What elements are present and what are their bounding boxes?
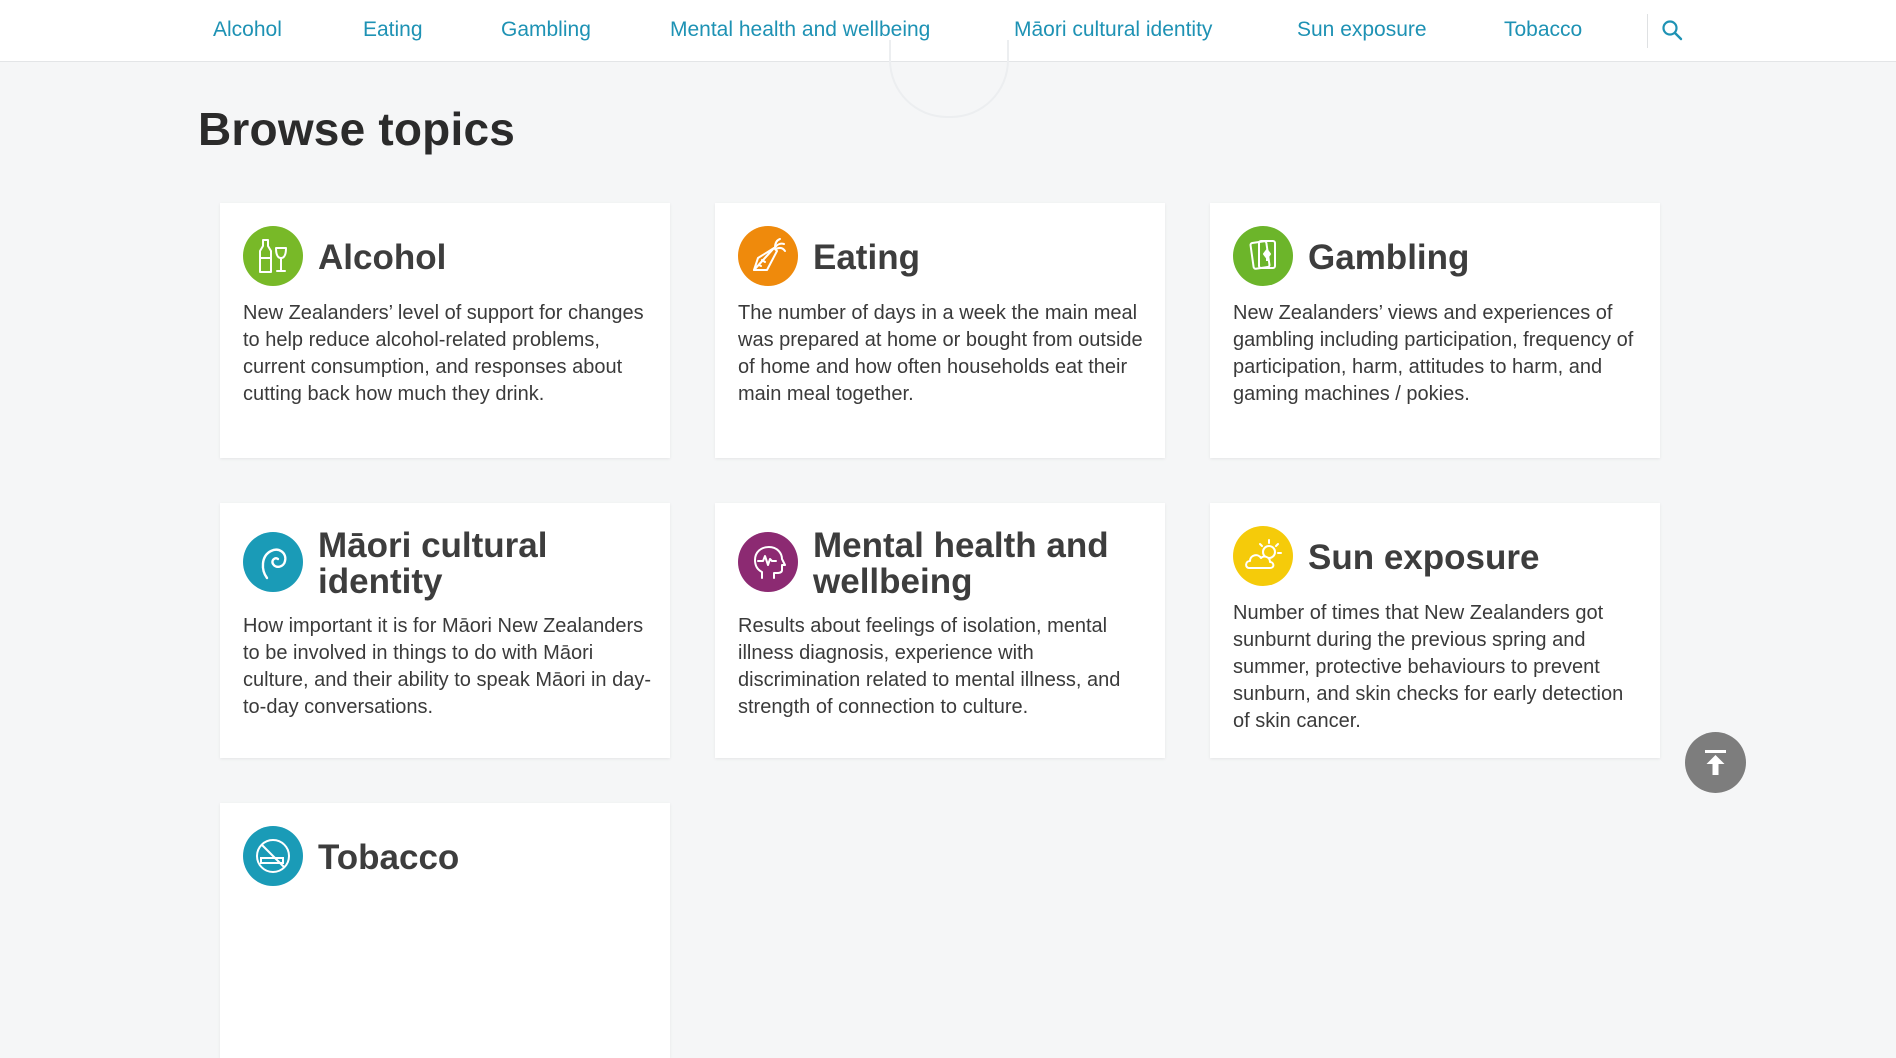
koru-icon	[243, 532, 303, 592]
head-with-pulse-icon	[738, 532, 798, 592]
topic-card-tobacco[interactable]: Tobacco	[220, 803, 670, 1058]
topic-description: New Zealanders’ views and experiences of…	[1233, 302, 1634, 405]
topic-card-mental-health[interactable]: Mental health and wellbeing Results abou…	[715, 503, 1165, 758]
scroll-to-top-button[interactable]	[1685, 732, 1746, 793]
arrow-to-top-icon	[1705, 750, 1726, 775]
nav-link-maori-cultural-identity[interactable]: Māori cultural identity	[1014, 18, 1212, 42]
carrot-icon	[738, 226, 798, 286]
sun-behind-cloud-icon	[1233, 526, 1293, 586]
topic-title: Eating	[813, 238, 920, 277]
topic-description: Results about feelings of isolation, men…	[738, 615, 1121, 718]
nav-link-tobacco[interactable]: Tobacco	[1504, 18, 1582, 42]
page-title: Browse topics	[198, 103, 516, 155]
loading-indicator	[889, 40, 1009, 118]
nav-divider	[1647, 14, 1648, 48]
nav-link-eating[interactable]: Eating	[363, 18, 423, 42]
search-icon[interactable]	[1660, 18, 1684, 42]
topic-title: Sun exposure	[1308, 538, 1540, 577]
topic-description: The number of days in a week the main me…	[738, 302, 1143, 405]
topic-card-eating[interactable]: Eating The number of days in a week the …	[715, 203, 1165, 458]
playing-cards-icon	[1233, 226, 1293, 286]
topic-description: New Zealanders’ level of support for cha…	[243, 302, 644, 405]
topic-card-alcohol[interactable]: Alcohol New Zealanders’ level of support…	[220, 203, 670, 458]
topic-title: Tobacco	[318, 838, 460, 877]
topic-description: Number of times that New Zealanders got …	[1233, 602, 1624, 732]
topic-title: Gambling	[1308, 238, 1470, 277]
topic-card-gambling[interactable]: Gambling New Zealanders’ views and exper…	[1210, 203, 1660, 458]
nav-link-gambling[interactable]: Gambling	[501, 18, 591, 42]
topic-description: How important it is for Māori New Zealan…	[243, 615, 651, 718]
no-smoking-icon	[243, 826, 303, 886]
topic-title: Alcohol	[318, 238, 447, 277]
topic-title: Māori cultural identity	[318, 526, 548, 601]
topic-card-maori-cultural-identity[interactable]: Māori cultural identity How important it…	[220, 503, 670, 758]
nav-link-alcohol[interactable]: Alcohol	[213, 18, 282, 42]
topic-title: Mental health and wellbeing	[813, 526, 1109, 601]
bottle-and-wine-glass-icon	[243, 226, 303, 286]
nav-link-mental-health[interactable]: Mental health and wellbeing	[670, 18, 930, 42]
nav-link-sun-exposure[interactable]: Sun exposure	[1297, 18, 1427, 42]
topic-card-sun-exposure[interactable]: Sun exposure Number of times that New Ze…	[1210, 503, 1660, 758]
